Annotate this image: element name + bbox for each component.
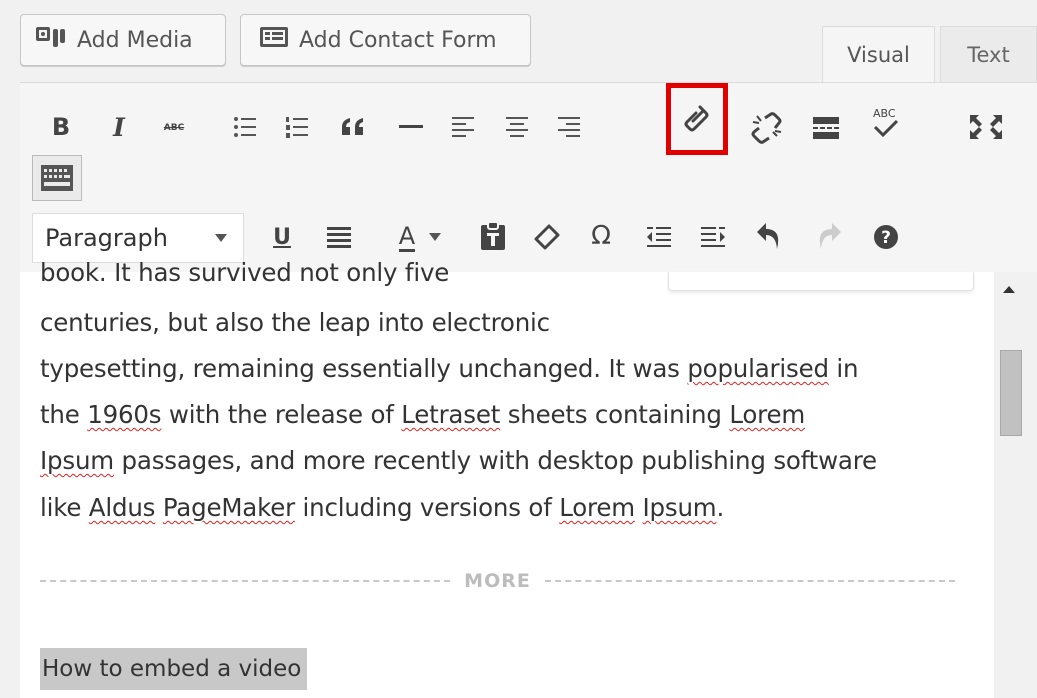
help-button[interactable]: ? xyxy=(870,221,902,253)
paste-as-text-button[interactable] xyxy=(478,219,508,253)
svg-text:?: ? xyxy=(881,228,891,248)
editor-line: typesetting, remaining essentially uncha… xyxy=(40,354,859,383)
align-left-button[interactable] xyxy=(448,111,478,143)
paragraph-format-select[interactable]: Paragraph xyxy=(32,213,244,263)
link-popup-remnant xyxy=(668,272,974,291)
fullscreen-button[interactable] xyxy=(968,111,1004,143)
selected-heading-label: How to embed a video xyxy=(42,656,302,682)
text-color-label: A xyxy=(398,221,416,252)
redo-icon xyxy=(819,223,841,249)
color-dropdown-arrow-icon xyxy=(429,233,442,241)
insert-link-button[interactable] xyxy=(666,83,728,155)
align-left-icon xyxy=(452,117,474,137)
strikethrough-button[interactable]: ABC xyxy=(158,117,190,139)
toolbar-toggle-button[interactable] xyxy=(32,155,82,201)
misspelled-word: Lorem xyxy=(729,400,806,429)
svg-text:ABC: ABC xyxy=(873,107,896,120)
paragraph-format-value: Paragraph xyxy=(45,224,168,252)
special-character-label: Ω xyxy=(591,221,611,251)
partial-line-text: book. It has survived not only five xyxy=(40,258,450,286)
add-contact-form-button[interactable]: Add Contact Form xyxy=(240,14,531,66)
scroll-up-arrow-icon[interactable] xyxy=(1003,286,1015,293)
help-icon: ? xyxy=(874,225,898,249)
editor-scrollbar[interactable] xyxy=(994,272,1037,698)
horizontal-line-button[interactable] xyxy=(396,111,426,143)
italic-label: I xyxy=(113,112,125,142)
bold-button[interactable]: B xyxy=(48,111,74,143)
misspelled-word: Ipsum xyxy=(40,446,114,475)
add-media-button[interactable]: Add Media xyxy=(20,14,226,66)
misspelled-word: Letraset xyxy=(401,400,501,429)
numbered-list-button[interactable] xyxy=(282,111,312,143)
more-tag-separator: MORE xyxy=(40,566,956,596)
add-contact-form-label: Add Contact Form xyxy=(299,27,497,53)
tab-text-label: Text xyxy=(967,42,1010,67)
clear-formatting-button[interactable] xyxy=(532,221,562,253)
bullet-list-icon xyxy=(234,117,256,137)
text-color-button[interactable]: A xyxy=(392,219,448,255)
scrollbar-thumb[interactable] xyxy=(1000,350,1022,436)
align-center-icon xyxy=(506,117,528,137)
editor-toolbar: B I ABC ABC Paragraph U A Ω ? xyxy=(20,82,1037,272)
eraser-icon xyxy=(534,224,560,250)
tab-visual[interactable]: Visual xyxy=(822,26,935,82)
justify-button[interactable] xyxy=(324,223,354,251)
misspelled-word: Aldus xyxy=(88,493,156,522)
tab-text[interactable]: Text xyxy=(940,26,1037,82)
special-character-button[interactable]: Ω xyxy=(586,219,616,253)
add-media-label: Add Media xyxy=(77,27,193,53)
numbered-list-icon xyxy=(286,117,308,138)
justify-icon xyxy=(327,227,351,248)
bold-label: B xyxy=(51,113,71,141)
spellcheck-icon: ABC xyxy=(873,107,899,138)
misspelled-word: PageMaker xyxy=(162,493,295,522)
form-icon xyxy=(259,25,289,55)
align-right-icon xyxy=(558,117,580,137)
unlink-icon xyxy=(751,112,782,144)
editor-line-partial: book. It has survived not only five xyxy=(40,258,449,286)
keyboard-icon xyxy=(41,165,73,191)
clipboard-icon xyxy=(481,221,505,250)
align-right-button[interactable] xyxy=(554,111,584,143)
strikethrough-label: ABC xyxy=(163,123,185,133)
undo-button[interactable] xyxy=(754,219,784,253)
misspelled-word: Lorem xyxy=(559,493,635,522)
misspelled-word: popularised xyxy=(687,354,829,383)
editor-line: like Aldus PageMaker including versions … xyxy=(40,493,725,522)
editor-line: Ipsum passages, and more recently with d… xyxy=(40,446,877,475)
bullet-list-button[interactable] xyxy=(230,111,260,143)
more-tag-label: MORE xyxy=(464,570,531,592)
misspelled-word: Ipsum xyxy=(642,493,717,522)
editor-line: the 1960s with the release of Letraset s… xyxy=(40,400,806,429)
outdent-icon xyxy=(647,227,671,247)
undo-icon xyxy=(757,223,779,249)
outdent-button[interactable] xyxy=(644,221,674,253)
read-more-icon xyxy=(813,117,839,139)
editor-line: centuries, but also the leap into electr… xyxy=(40,308,550,337)
link-icon xyxy=(684,105,709,132)
underline-button[interactable]: U xyxy=(270,221,294,253)
media-icon xyxy=(35,25,67,55)
fullscreen-icon xyxy=(970,115,1002,139)
blockquote-icon xyxy=(342,118,363,135)
dropdown-arrow-icon xyxy=(215,234,227,242)
misspelled-word: 1960s xyxy=(87,400,162,429)
unlink-button[interactable] xyxy=(750,111,784,145)
indent-icon xyxy=(701,227,725,247)
redo-button[interactable] xyxy=(814,219,844,253)
blockquote-button[interactable] xyxy=(338,111,368,143)
underline-label: U xyxy=(273,224,291,250)
tab-visual-label: Visual xyxy=(847,42,910,67)
indent-button[interactable] xyxy=(698,221,728,253)
align-center-button[interactable] xyxy=(502,111,532,143)
spellcheck-button[interactable]: ABC xyxy=(868,103,902,143)
italic-button[interactable]: I xyxy=(106,111,132,143)
read-more-button[interactable] xyxy=(810,113,842,143)
horizontal-line-icon xyxy=(399,125,423,128)
selected-heading-text[interactable]: How to embed a video xyxy=(40,648,308,690)
